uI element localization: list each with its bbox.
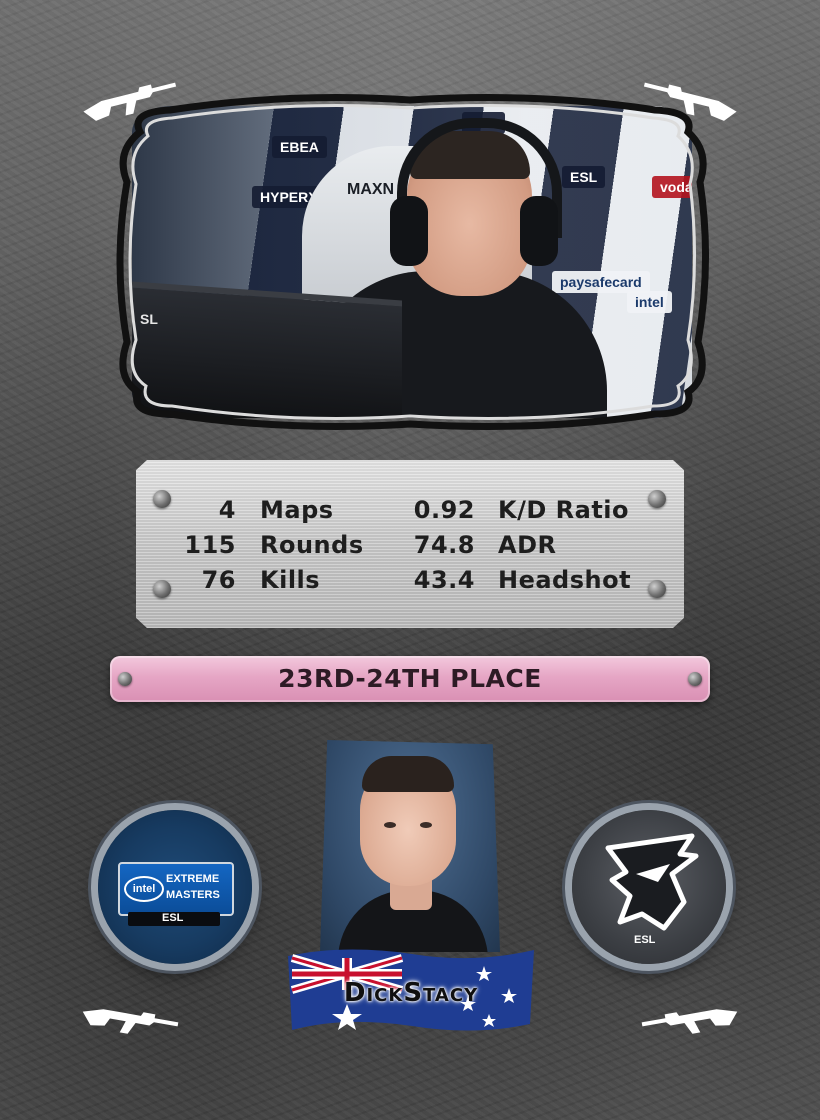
intel-extreme-masters-logo-icon: intel EXTREME MASTERS <box>118 862 234 916</box>
rivet-icon <box>648 490 666 508</box>
iem-line-1: EXTREME <box>166 873 220 885</box>
player-action-photo-frame: ESL ESL EBEA vodafone HYPERX paysafecard… <box>110 92 715 432</box>
stat-kills-value: 76 <box>201 566 236 594</box>
stat-kills-label: Kills <box>260 566 321 594</box>
portrait-hair <box>362 756 454 792</box>
player-portrait <box>320 740 500 952</box>
player-name: DickStacy <box>343 978 479 1008</box>
portrait-eye <box>384 822 396 828</box>
stat-maps-value: 4 <box>218 496 236 524</box>
rifle-icon-bottom-left <box>77 990 183 1051</box>
rivet-icon <box>153 490 171 508</box>
event-medallion: intel EXTREME MASTERS ESL <box>98 810 252 964</box>
stat-headshot-label: Headshot <box>498 566 632 594</box>
rifle-icon-bottom-right <box>637 990 743 1051</box>
esl-logo-icon: ESL <box>634 934 656 946</box>
team-medallion: ESL <box>572 810 726 964</box>
rivet-icon <box>648 580 666 598</box>
placement-text: 23RD-24TH PLACE <box>278 664 542 693</box>
placement-banner: 23RD-24TH PLACE <box>110 656 710 702</box>
stat-kd-value: 0.92 <box>413 496 475 524</box>
iem-line-2: MASTERS <box>166 889 220 901</box>
portrait-eye <box>420 822 432 828</box>
player-name-banner: DickStacy <box>284 944 538 1034</box>
rivet-icon <box>153 580 171 598</box>
stat-maps-label: Maps <box>260 496 334 524</box>
esl-logo-icon: ESL <box>162 912 184 924</box>
intel-logo-icon: intel <box>124 876 164 902</box>
stat-rounds-label: Rounds <box>260 531 364 559</box>
stat-adr-value: 74.8 <box>413 531 475 559</box>
stat-adr-label: ADR <box>498 531 557 559</box>
stat-headshot-value: 43.4 <box>413 566 475 594</box>
stat-kd-label: K/D Ratio <box>498 496 630 524</box>
stat-rounds-value: 115 <box>184 531 236 559</box>
ornate-frame <box>116 94 710 430</box>
